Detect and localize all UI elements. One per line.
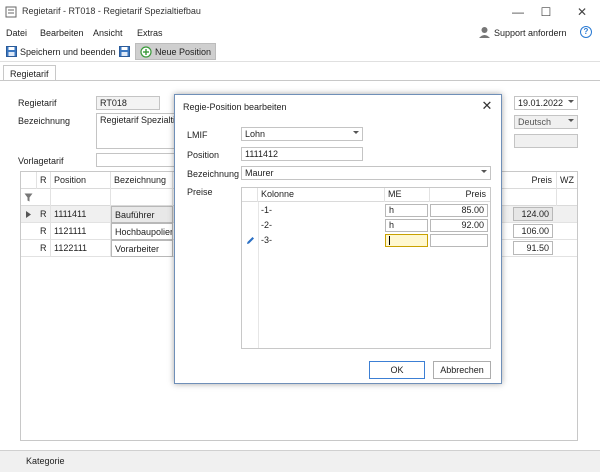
status-kategorie[interactable]: Kategorie xyxy=(26,456,65,466)
lmif-label: LMIF xyxy=(187,130,208,140)
minimize-button[interactable]: — xyxy=(510,4,526,20)
price-row[interactable]: -1- h 85.00 xyxy=(242,203,490,218)
price-kolonne: -1- xyxy=(261,205,272,215)
cancel-button[interactable]: Abbrechen xyxy=(433,361,491,379)
menu-ansicht[interactable]: Ansicht xyxy=(93,28,123,38)
close-window-button[interactable]: ✕ xyxy=(574,4,590,20)
row-preis: 91.50 xyxy=(513,241,553,255)
row-bezeichnung: Vorarbeiter xyxy=(111,240,173,257)
vorlagetarif-label: Vorlagetarif xyxy=(18,156,64,166)
ok-button[interactable]: OK xyxy=(369,361,425,379)
position-field[interactable]: 1111412 xyxy=(241,147,363,161)
price-me[interactable]: h xyxy=(385,219,428,232)
header-r[interactable]: R xyxy=(37,172,51,189)
title-bar: Regietarif - RT018 - Regietarif Spezialt… xyxy=(0,0,600,24)
lmif-value: Lohn xyxy=(245,129,266,139)
position-label: Position xyxy=(187,150,220,160)
help-icon[interactable]: ? xyxy=(580,26,592,38)
bezeichnung-label: Bezeichnung xyxy=(18,116,71,126)
language-field[interactable]: Deutsch xyxy=(514,115,578,129)
header-preis[interactable]: Preis xyxy=(511,172,557,189)
regietarif-label: Regietarif xyxy=(18,98,57,108)
save-button[interactable] xyxy=(116,43,133,60)
support-button[interactable]: Support anfordern xyxy=(478,26,567,39)
tab-regietarif[interactable]: Regietarif xyxy=(3,65,56,81)
row-preis: 106.00 xyxy=(513,224,553,238)
app-icon xyxy=(5,6,17,18)
edit-position-dialog: Regie-Position bearbeiten ✕ LMIF Lohn Po… xyxy=(174,94,502,384)
language-value: Deutsch xyxy=(518,117,552,127)
status-bar: Kategorie xyxy=(0,450,600,472)
header-position[interactable]: Position xyxy=(51,172,111,189)
menu-bearbeiten[interactable]: Bearbeiten xyxy=(40,28,84,38)
price-value[interactable]: 92.00 xyxy=(430,219,488,232)
preise-label: Preise xyxy=(187,187,213,197)
row-r: R xyxy=(37,223,51,240)
row-preis: 124.00 xyxy=(513,207,553,221)
header-price[interactable]: Preis xyxy=(432,188,486,201)
dialog-close-button[interactable]: ✕ xyxy=(479,98,495,114)
new-position-label: Neue Position xyxy=(155,46,212,57)
dialog-bezeichnung-label: Bezeichnung xyxy=(187,169,240,179)
row-bezeichnung: Hochbaupolier xyxy=(111,223,173,240)
add-circle-icon xyxy=(140,45,152,58)
window-title: Regietarif - RT018 - Regietarif Spezialt… xyxy=(22,6,201,16)
menu-extras[interactable]: Extras xyxy=(137,28,163,38)
dialog-title: Regie-Position bearbeiten xyxy=(183,102,287,112)
row-position: 1121111 xyxy=(51,223,111,240)
toolbar: Speichern und beenden Neue Position xyxy=(0,41,600,62)
header-wz[interactable]: WZ xyxy=(557,172,577,189)
price-value[interactable]: 85.00 xyxy=(430,204,488,217)
maximize-button[interactable]: ☐ xyxy=(538,4,554,20)
new-position-button[interactable]: Neue Position xyxy=(135,43,217,60)
prices-header: Kolonne ME Preis xyxy=(242,188,490,202)
pencil-icon xyxy=(247,237,254,244)
save-and-close-label: Speichern und beenden xyxy=(20,46,116,57)
support-label: Support anfordern xyxy=(494,27,567,38)
price-kolonne: -2- xyxy=(261,220,272,230)
save-close-icon xyxy=(6,46,17,57)
extra-field xyxy=(514,134,578,148)
row-bezeichnung: Bauführer xyxy=(111,206,173,223)
row-r: R xyxy=(37,240,51,257)
lmif-select[interactable]: Lohn xyxy=(241,127,363,141)
price-kolonne: -3- xyxy=(261,235,272,245)
filter-icon[interactable] xyxy=(24,193,33,202)
regietarif-field[interactable]: RT018 xyxy=(96,96,160,110)
header-kolonne[interactable]: Kolonne xyxy=(261,188,294,201)
bezeichnung-field[interactable]: Regietarif Spezialtiefb xyxy=(96,113,178,149)
date-dropdown-icon xyxy=(568,100,574,103)
language-dropdown-icon xyxy=(568,119,574,122)
date-value: 19.01.2022 xyxy=(518,98,564,108)
menu-bar: Datei Bearbeiten Ansicht Extras Support … xyxy=(0,24,600,41)
prices-grid: Kolonne ME Preis -1- h 85.00 -2- h 92.00… xyxy=(241,187,491,349)
save-icon xyxy=(119,46,130,57)
bezeichnung-dropdown-icon xyxy=(481,170,487,173)
dialog-bezeichnung-select[interactable]: Maurer xyxy=(241,166,491,180)
save-and-close-button[interactable]: Speichern und beenden xyxy=(2,43,120,60)
header-bezeichnung[interactable]: Bezeichnung xyxy=(111,172,173,189)
row-r: R xyxy=(37,206,51,223)
header-me[interactable]: ME xyxy=(388,188,402,201)
lmif-dropdown-icon xyxy=(353,131,359,134)
date-field[interactable]: 19.01.2022 xyxy=(514,96,578,110)
row-position: 1111411 xyxy=(51,206,111,223)
price-row[interactable]: -3- xyxy=(242,233,490,248)
row-indicator-icon xyxy=(26,211,31,218)
menu-datei[interactable]: Datei xyxy=(6,28,27,38)
dialog-bezeichnung-value: Maurer xyxy=(245,168,274,178)
text-cursor xyxy=(389,236,390,245)
price-value[interactable] xyxy=(430,234,488,247)
row-position: 1122111 xyxy=(51,240,111,257)
support-user-icon xyxy=(479,27,490,38)
vorlagetarif-field[interactable] xyxy=(96,153,178,167)
price-me[interactable]: h xyxy=(385,204,428,217)
price-row[interactable]: -2- h 92.00 xyxy=(242,218,490,233)
price-me-input[interactable] xyxy=(385,234,428,247)
